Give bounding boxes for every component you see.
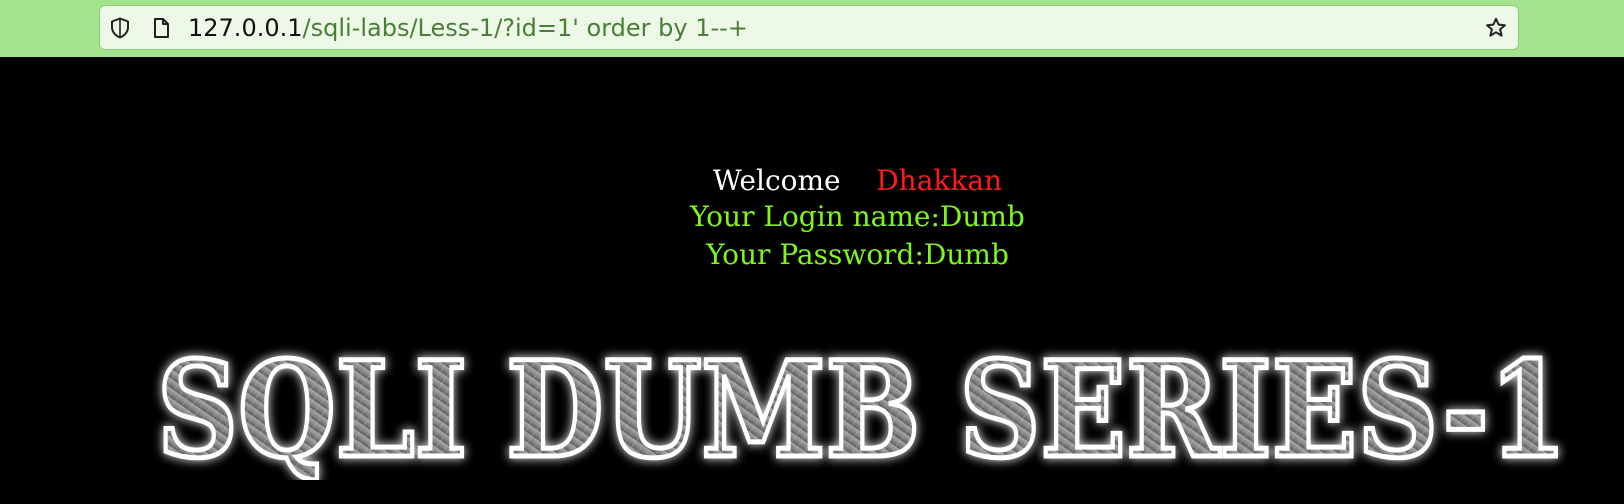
page-content: Welcome Dhakkan Your Login name:Dumb You… — [0, 57, 1624, 504]
url-path: /sqli-labs/Less-1/?id=1' order by 1--+ — [302, 14, 748, 42]
address-bar[interactable]: 127.0.0.1/sqli-labs/Less-1/?id=1' order … — [99, 5, 1519, 50]
sqli-dumb-series-banner: SQLI DUMB SERIES-1 — [130, 340, 1595, 480]
browser-toolbar: 127.0.0.1/sqli-labs/Less-1/?id=1' order … — [0, 0, 1624, 57]
welcome-label: Welcome — [712, 164, 841, 197]
welcome-name: Dhakkan — [876, 164, 1003, 197]
banner-text: SQLI DUMB SERIES-1 — [157, 340, 1567, 480]
password-line: Your Password:Dumb — [706, 238, 1009, 271]
page-icon[interactable] — [149, 16, 173, 40]
url-text[interactable]: 127.0.0.1/sqli-labs/Less-1/?id=1' order … — [188, 14, 748, 42]
url-host: 127.0.0.1 — [188, 14, 303, 42]
star-icon[interactable] — [1484, 16, 1508, 40]
login-name-line: Your Login name:Dumb — [690, 200, 1025, 233]
welcome-line: Welcome Dhakkan — [0, 164, 1624, 198]
shield-icon[interactable] — [108, 16, 132, 40]
